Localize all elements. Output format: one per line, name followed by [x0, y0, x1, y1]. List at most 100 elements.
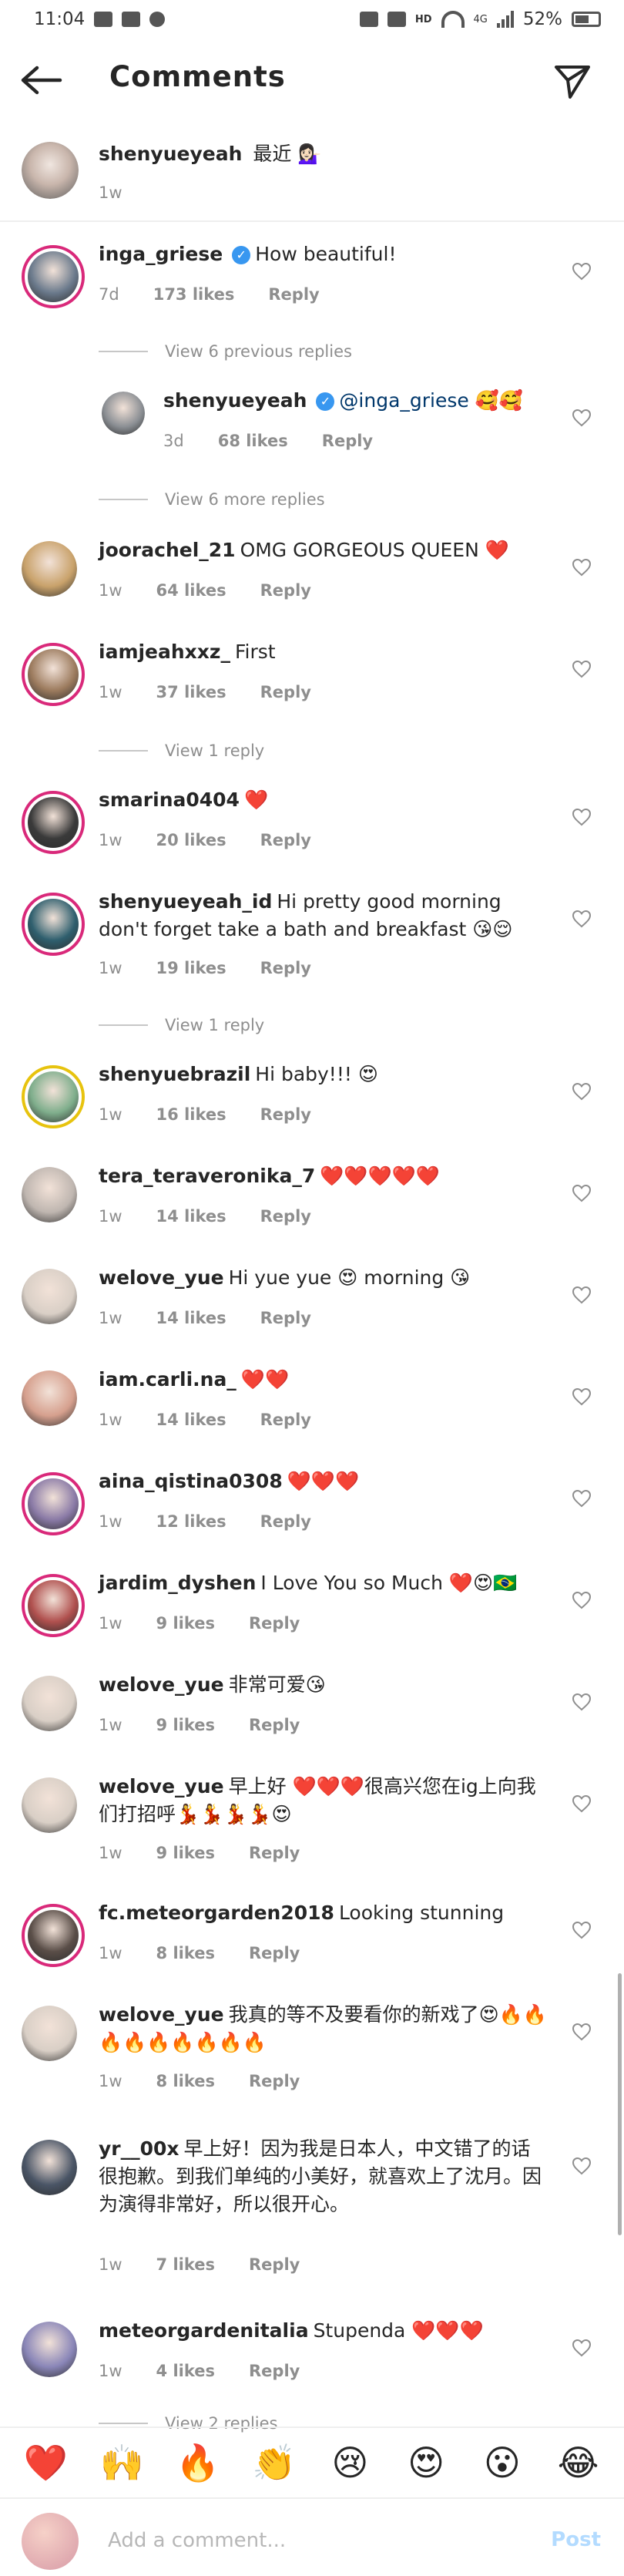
scrollbar[interactable]	[618, 1973, 622, 2235]
comment-username[interactable]: jardim_dyshen	[99, 1572, 256, 1594]
reply-button[interactable]: Reply	[249, 1944, 300, 1962]
like-heart-icon[interactable]	[572, 910, 592, 928]
comment-likes[interactable]: 4 likes	[156, 2362, 215, 2380]
comment-likes[interactable]: 14 likes	[156, 1207, 226, 1226]
comment-username[interactable]: welove_yue	[99, 2003, 224, 2026]
like-heart-icon[interactable]	[572, 1591, 592, 1609]
like-heart-icon[interactable]	[572, 262, 592, 281]
avatar[interactable]	[22, 1269, 77, 1324]
comment-username[interactable]: shenyueyeah_id	[99, 890, 272, 913]
avatar[interactable]	[22, 1167, 77, 1222]
avatar[interactable]	[22, 643, 85, 706]
avatar[interactable]	[22, 1777, 77, 1833]
reply-button[interactable]: Reply	[260, 831, 311, 849]
comment-likes[interactable]: 9 likes	[156, 1614, 215, 1633]
avatar[interactable]	[22, 1370, 77, 1426]
reply-button[interactable]: Reply	[260, 581, 311, 600]
avatar[interactable]	[22, 142, 79, 199]
comment-username[interactable]: iamjeahxxz_	[99, 641, 230, 663]
avatar[interactable]	[22, 1676, 77, 1731]
like-heart-icon[interactable]	[572, 1184, 592, 1202]
emoji-shortcut[interactable]: 🙌	[98, 2442, 146, 2484]
reply-button[interactable]: Reply	[260, 1105, 311, 1124]
like-heart-icon[interactable]	[572, 1286, 592, 1304]
reply-button[interactable]: Reply	[249, 1716, 300, 1734]
reply-button[interactable]: Reply	[260, 959, 311, 977]
back-arrow-icon[interactable]	[20, 65, 63, 96]
comment-likes[interactable]: 68 likes	[218, 432, 288, 450]
avatar[interactable]	[22, 893, 85, 956]
avatar[interactable]	[22, 791, 85, 854]
reply-button[interactable]: Reply	[249, 2362, 300, 2380]
comment-username[interactable]: smarina0404	[99, 789, 240, 811]
avatar[interactable]	[22, 1065, 85, 1128]
reply-button[interactable]: Reply	[322, 432, 373, 450]
post-button[interactable]: Post	[551, 2528, 601, 2551]
like-heart-icon[interactable]	[572, 1489, 592, 1508]
like-heart-icon[interactable]	[572, 409, 592, 427]
comment-username[interactable]: inga_griese	[99, 243, 223, 265]
view-replies-link[interactable]: View 1 reply	[99, 1016, 264, 1034]
comment-input[interactable]	[108, 2521, 524, 2561]
comment-likes[interactable]: 8 likes	[156, 1944, 215, 1962]
comment-likes[interactable]: 9 likes	[156, 1716, 215, 1734]
reply-button[interactable]: Reply	[260, 683, 311, 701]
comment-mention[interactable]: @inga_griese	[339, 389, 468, 412]
comment-likes[interactable]: 37 likes	[156, 683, 226, 701]
like-heart-icon[interactable]	[572, 2023, 592, 2041]
reply-button[interactable]: Reply	[260, 1309, 311, 1327]
share-direct-icon[interactable]	[553, 62, 592, 100]
like-heart-icon[interactable]	[572, 1693, 592, 1711]
like-heart-icon[interactable]	[572, 808, 592, 826]
comment-username[interactable]: tera_teraveronika_7	[99, 1165, 315, 1187]
like-heart-icon[interactable]	[572, 1794, 592, 1813]
like-heart-icon[interactable]	[572, 1387, 592, 1406]
comment-username[interactable]: welove_yue	[99, 1266, 224, 1289]
like-heart-icon[interactable]	[572, 660, 592, 678]
reply-button[interactable]: Reply	[268, 285, 319, 304]
avatar[interactable]	[22, 1574, 85, 1637]
comment-likes[interactable]: 14 likes	[156, 1309, 226, 1327]
comment-likes[interactable]: 14 likes	[156, 1411, 226, 1429]
view-replies-link[interactable]: View 6 previous replies	[99, 342, 352, 361]
like-heart-icon[interactable]	[572, 2339, 592, 2357]
comment-username[interactable]: yr__00x	[99, 2137, 179, 2160]
comment-username[interactable]: fc.meteorgarden2018	[99, 1902, 334, 1924]
comment-likes[interactable]: 16 likes	[156, 1105, 226, 1124]
comment-username[interactable]: aina_qistina0308	[99, 1470, 283, 1492]
avatar[interactable]	[102, 392, 145, 435]
comment-username[interactable]: shenyueyeah	[163, 389, 307, 412]
comment-username[interactable]: welove_yue	[99, 1673, 224, 1696]
emoji-shortcut[interactable]: 😍	[402, 2442, 450, 2484]
comment-likes[interactable]: 12 likes	[156, 1512, 226, 1531]
comment-likes[interactable]: 7 likes	[156, 2255, 215, 2274]
avatar[interactable]	[22, 2006, 77, 2061]
avatar[interactable]	[22, 1472, 85, 1535]
avatar[interactable]	[22, 2322, 77, 2377]
reply-button[interactable]: Reply	[249, 2255, 300, 2274]
comment-likes[interactable]: 19 likes	[156, 959, 226, 977]
reply-button[interactable]: Reply	[260, 1411, 311, 1429]
like-heart-icon[interactable]	[572, 558, 592, 577]
comment-username[interactable]: meteorgardenitalia	[99, 2319, 309, 2342]
emoji-shortcut[interactable]: 😮	[478, 2442, 526, 2484]
comment-likes[interactable]: 8 likes	[156, 2072, 215, 2090]
reply-button[interactable]: Reply	[260, 1512, 311, 1531]
comment-likes[interactable]: 20 likes	[156, 831, 226, 849]
like-heart-icon[interactable]	[572, 1921, 592, 1939]
emoji-shortcut[interactable]: 😂	[555, 2442, 602, 2484]
comment-likes[interactable]: 9 likes	[156, 1844, 215, 1862]
avatar[interactable]	[22, 1904, 85, 1967]
reply-button[interactable]: Reply	[260, 1207, 311, 1226]
avatar[interactable]	[22, 541, 77, 597]
comment-username[interactable]: welove_yue	[99, 1775, 224, 1797]
like-heart-icon[interactable]	[572, 1082, 592, 1101]
view-replies-link[interactable]: View 1 reply	[99, 742, 264, 760]
view-replies-link[interactable]: View 6 more replies	[99, 490, 325, 509]
comment-username[interactable]: shenyuebrazil	[99, 1063, 250, 1085]
comment-likes[interactable]: 173 likes	[153, 285, 235, 304]
caption-username[interactable]: shenyueyeah	[99, 143, 242, 165]
comment-username[interactable]: joorachel_21	[99, 539, 236, 561]
avatar[interactable]	[22, 245, 85, 308]
emoji-shortcut[interactable]: ❤️	[22, 2442, 69, 2484]
